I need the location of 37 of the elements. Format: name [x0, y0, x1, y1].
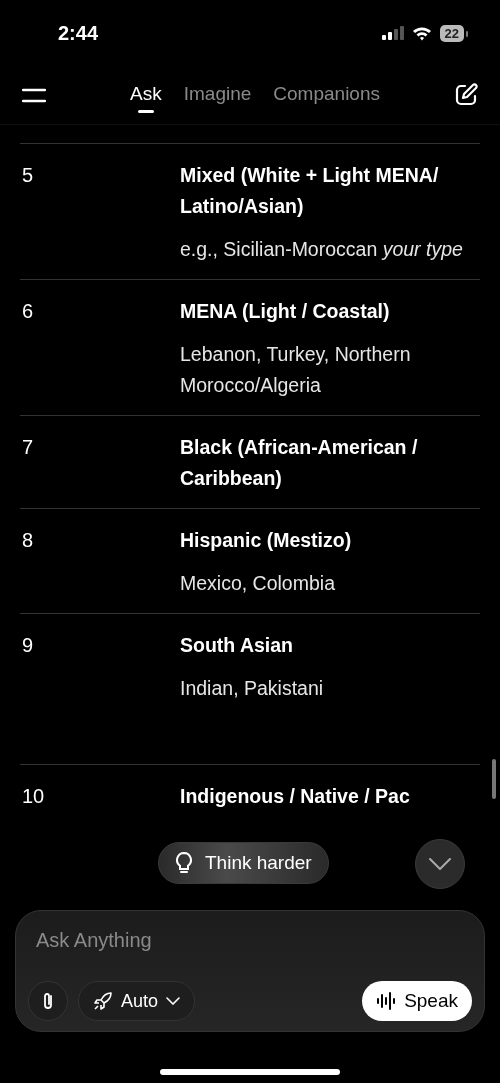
row-number: 9	[21, 633, 35, 658]
row-description: Lebanon, Turkey, Northern Morocco/Algeria	[180, 342, 412, 398]
compose-icon[interactable]	[454, 83, 478, 107]
speak-button[interactable]: Speak	[362, 981, 472, 1021]
row-number: 10	[21, 784, 46, 809]
row-number: 8	[21, 528, 35, 553]
scrollbar	[492, 759, 496, 799]
row-description: e.g., Sicilian-Moroccan your type	[180, 237, 464, 262]
signal-icon	[381, 26, 404, 40]
message-input[interactable]: Ask Anything	[28, 925, 444, 956]
scroll-down-button[interactable]	[415, 839, 465, 889]
row-title: Indigenous / Native / Pac	[180, 784, 411, 809]
think-harder-button[interactable]: Think harder	[158, 842, 329, 884]
row-title: South Asian	[180, 633, 295, 658]
menu-icon[interactable]	[22, 87, 46, 103]
status-time: 2:44	[58, 21, 100, 45]
row-number: 7	[21, 435, 35, 460]
nav-tab[interactable]: Ask	[130, 77, 162, 113]
row-description: Mexico, Colombia	[180, 571, 336, 596]
sound-wave-icon	[376, 992, 397, 1010]
mode-dropdown[interactable]: Auto	[78, 981, 196, 1021]
lightbulb-icon	[175, 851, 193, 875]
row-number: 6	[21, 299, 35, 324]
row-description: Indian, Pakistani	[180, 676, 325, 701]
chevron-down-icon	[429, 858, 451, 870]
paperclip-icon	[41, 991, 55, 1011]
row-number: 5	[21, 163, 35, 188]
wifi-icon	[411, 25, 432, 41]
nav-tab[interactable]: Companions	[273, 77, 380, 113]
rocket-icon	[93, 991, 113, 1011]
attach-button[interactable]	[28, 981, 68, 1021]
chevron-down-icon	[166, 997, 181, 1005]
row-title: Mixed (White + Light MENA/ Latino/Asian)	[180, 163, 440, 219]
row-title: Hispanic (Mestizo)	[180, 528, 353, 553]
row-title: Black (African-American / Caribbean)	[180, 435, 419, 491]
row-title: MENA (Light / Coastal)	[180, 299, 391, 324]
nav-tab[interactable]: Imagine	[183, 77, 252, 113]
